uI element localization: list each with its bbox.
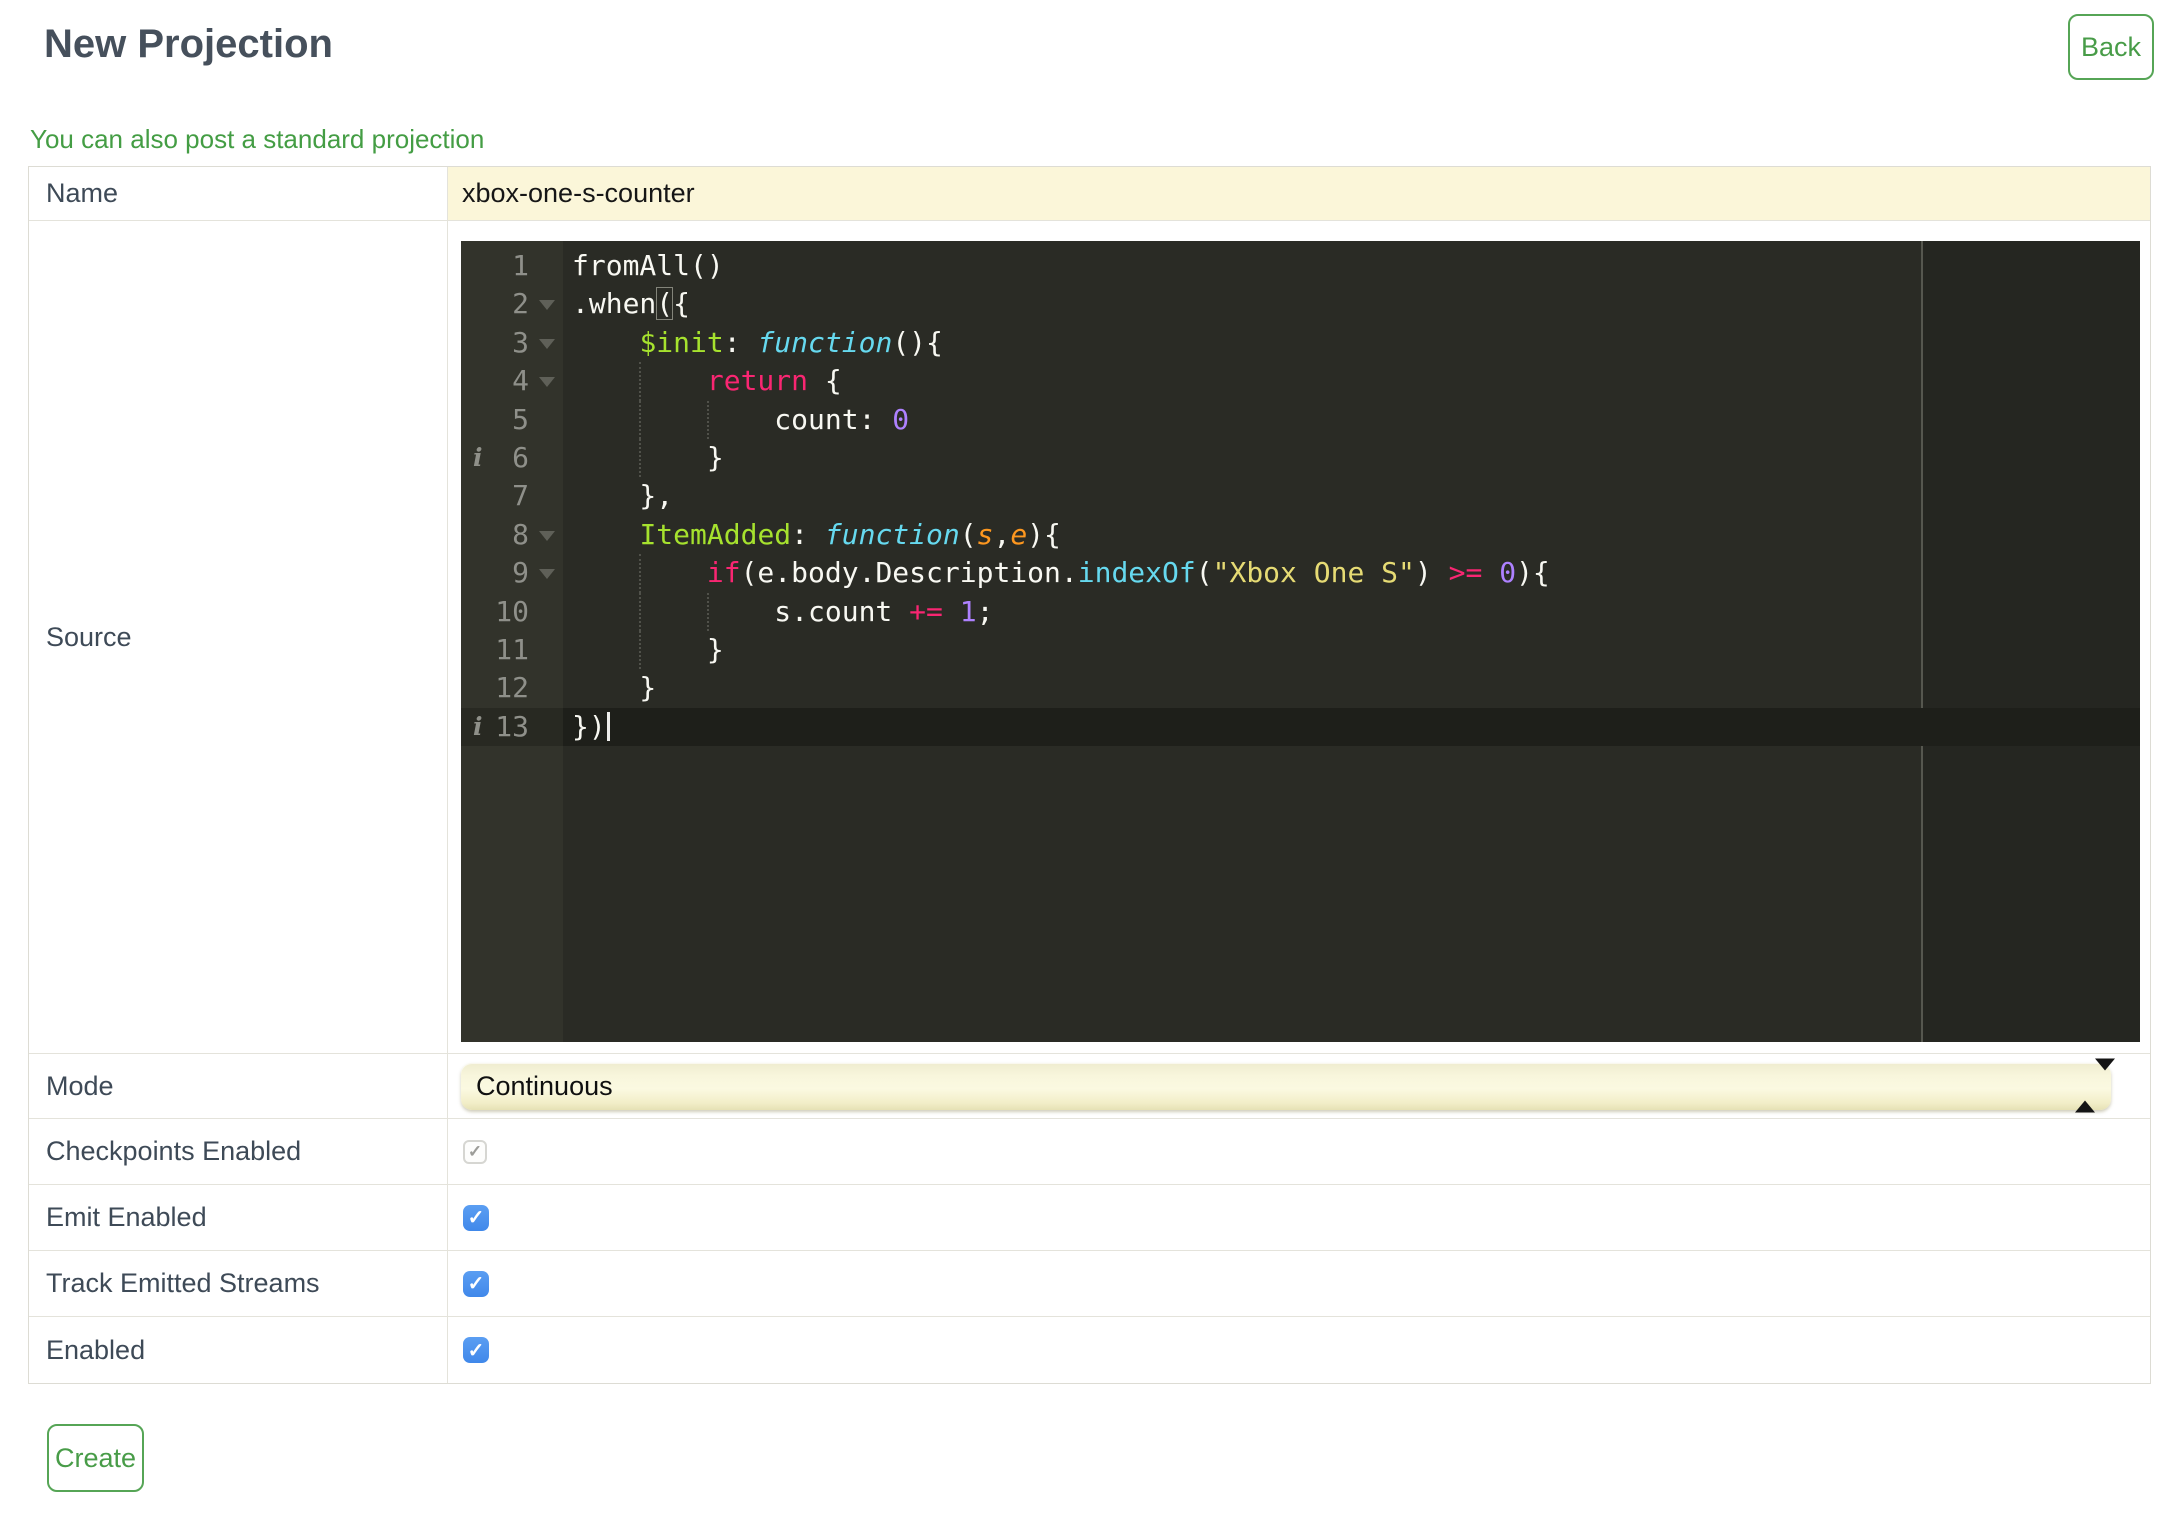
standard-projection-link[interactable]: You can also post a standard projection xyxy=(30,124,484,155)
indent-guide xyxy=(639,400,642,439)
source-label: Source xyxy=(29,221,448,1053)
indent-guide xyxy=(639,592,642,631)
checkpoints-label: Checkpoints Enabled xyxy=(29,1119,448,1184)
fold-arrow-icon[interactable] xyxy=(539,300,555,311)
mode-row: Mode Continuous xyxy=(29,1054,2150,1119)
code-line-8: ItemAdded: function(s,e){ xyxy=(639,517,1061,551)
emit-checkbox[interactable] xyxy=(463,1204,489,1231)
editor-code-area[interactable]: fromAll() .when({ $init: function(){ retu… xyxy=(563,241,2140,1042)
select-sort-arrows-icon xyxy=(2075,1058,2115,1113)
line-number: 1 xyxy=(512,249,529,282)
back-button[interactable]: Back xyxy=(2068,14,2154,80)
code-line-2: .when({ xyxy=(572,287,691,321)
info-annotation-icon: i xyxy=(473,442,483,472)
indent-guide xyxy=(706,592,709,631)
track-row: Track Emitted Streams xyxy=(29,1251,2150,1317)
code-line-6: } xyxy=(563,438,2140,478)
name-label: Name xyxy=(29,167,448,220)
code-line-4: return { xyxy=(563,362,2140,401)
checkpoints-checkbox[interactable] xyxy=(463,1139,487,1164)
line-number: 12 xyxy=(495,671,529,705)
fold-arrow-icon[interactable] xyxy=(539,569,555,580)
editor-gutter: 1 2 3 4 5 6 i 7 8 9 10 11 12 13 i xyxy=(461,241,563,1042)
code-line-1: fromAll() xyxy=(572,249,724,282)
gutter-line-13: 13 i xyxy=(461,707,563,747)
gutter-line-5: 5 xyxy=(461,401,563,439)
page-title: New Projection xyxy=(44,22,333,66)
fold-arrow-icon[interactable] xyxy=(539,338,555,349)
source-code-editor[interactable]: 1 2 3 4 5 6 i 7 8 9 10 11 12 13 i fromAll() .when({ $in… xyxy=(461,241,2140,1042)
indent-guide xyxy=(639,554,642,593)
fold-arrow-icon[interactable] xyxy=(539,530,555,541)
line-number: 5 xyxy=(512,402,529,436)
projection-form: Name Source 123456i78910111213i fromAll(… xyxy=(28,166,2151,1384)
gutter-line-7: 7 xyxy=(461,477,563,515)
enabled-checkbox[interactable] xyxy=(463,1337,489,1363)
gutter-line-4: 4 xyxy=(461,362,563,400)
source-row: Source 1 2 3 4 5 6 i 7 8 9 10 11 12 13 i fromAll() .whe… xyxy=(29,221,2150,1054)
enabled-row: Enabled xyxy=(29,1317,2150,1383)
indent-guide xyxy=(639,362,642,401)
indent-guide xyxy=(639,630,642,670)
emit-label: Emit Enabled xyxy=(29,1185,448,1250)
line-number: 10 xyxy=(495,594,529,628)
create-button[interactable]: Create xyxy=(47,1424,144,1492)
gutter-line-12: 12 xyxy=(461,669,563,707)
gutter-line-6: 6i xyxy=(461,439,563,477)
code-line-10: s.count += 1; xyxy=(563,592,2140,631)
gutter-line-1: 1 xyxy=(461,247,563,285)
indent-guide xyxy=(639,438,642,478)
track-label: Track Emitted Streams xyxy=(29,1251,448,1316)
gutter-line-2: 2 xyxy=(461,285,563,323)
line-number: 11 xyxy=(495,632,529,666)
line-number: 7 xyxy=(512,479,529,513)
gutter-line-10: 10 xyxy=(461,593,563,631)
mode-label: Mode xyxy=(29,1054,448,1118)
code-line-9: if(e.body.Description.indexOf("Xbox One … xyxy=(563,554,2140,593)
code-line-11: } xyxy=(563,630,2140,670)
code-line-3: $init: function(){ xyxy=(639,325,943,359)
mode-select[interactable]: Continuous xyxy=(461,1058,2115,1113)
code-line-13: }) xyxy=(563,708,2140,746)
indent-guide xyxy=(706,400,709,439)
mode-select-value: Continuous xyxy=(476,1070,613,1101)
enabled-label: Enabled xyxy=(29,1317,448,1383)
text-cursor xyxy=(606,711,610,741)
info-annotation-icon: i xyxy=(473,711,483,741)
checkpoints-row: Checkpoints Enabled xyxy=(29,1119,2150,1185)
gutter-line-9: 9 xyxy=(461,554,563,592)
new-projection-page: New Projection Back You can also post a … xyxy=(0,0,2166,1513)
emit-row: Emit Enabled xyxy=(29,1185,2150,1251)
code-line-12: } xyxy=(572,671,657,705)
name-input[interactable] xyxy=(448,167,2150,220)
gutter-line-3: 3 xyxy=(461,324,563,362)
gutter-line-11: 11 xyxy=(461,631,563,669)
fold-arrow-icon[interactable] xyxy=(539,377,555,388)
code-line-5: count: 0 xyxy=(563,400,2140,439)
name-row: Name xyxy=(29,167,2150,221)
gutter-line-8: 8 xyxy=(461,516,563,554)
track-checkbox[interactable] xyxy=(463,1270,489,1297)
code-line-7: }, xyxy=(572,479,674,513)
